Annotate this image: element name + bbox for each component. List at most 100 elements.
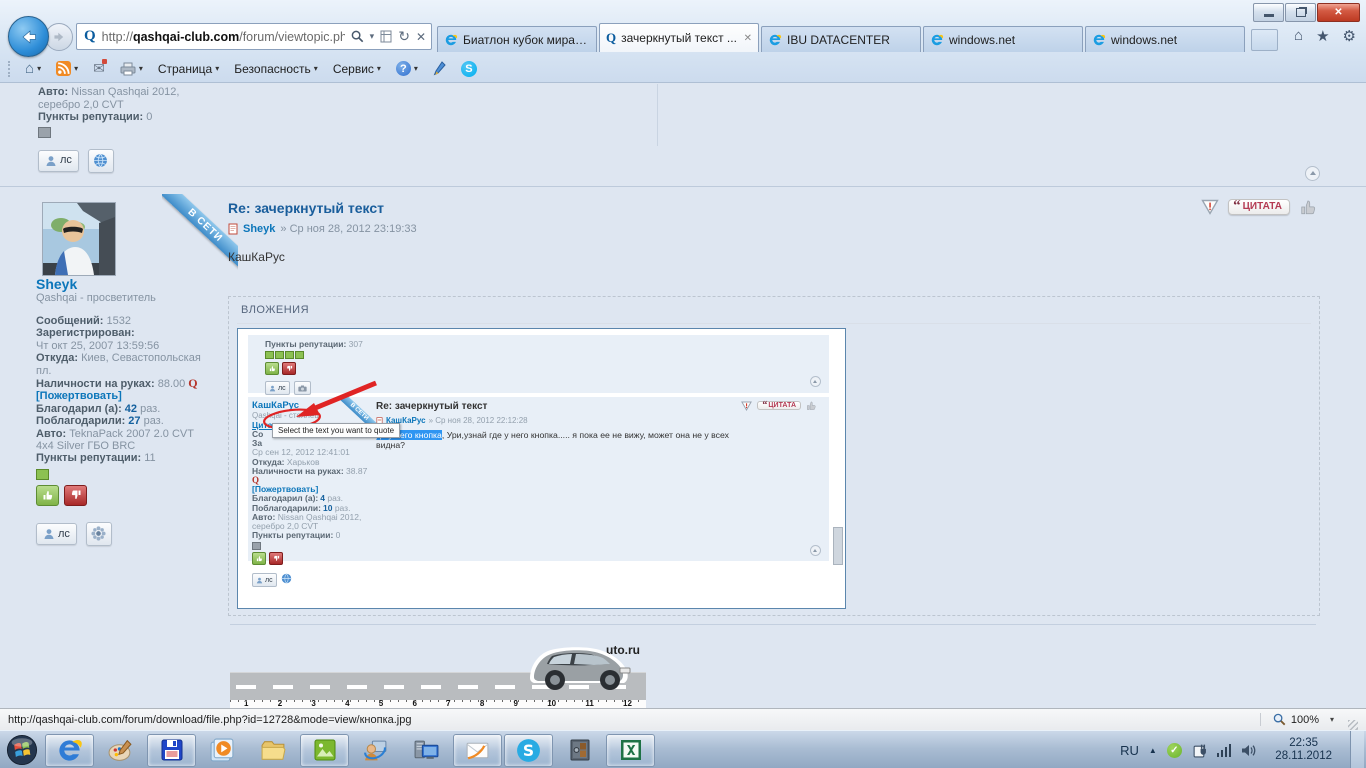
- icq-button[interactable]: [86, 522, 112, 546]
- online-ribbon: В СЕТИ: [162, 194, 238, 270]
- thumb-down-icon: [269, 552, 283, 565]
- thumb-up-icon: [252, 552, 266, 565]
- taskbar-photo-viewer[interactable]: [300, 734, 349, 767]
- address-bar[interactable]: Q http://qashqai-club.com/forum/viewtopi…: [76, 23, 432, 50]
- safely-remove-icon[interactable]: [1192, 743, 1207, 758]
- pm-label: лс: [58, 528, 70, 540]
- post-title[interactable]: Re: зачеркнутый текст: [228, 194, 1320, 216]
- nested-post-partial: Пункты репутации: 307 лс: [248, 335, 829, 393]
- print-button[interactable]: ▾: [117, 60, 146, 78]
- help-button[interactable]: ?▾: [393, 59, 421, 78]
- hidden-icons-arrow[interactable]: ▲: [1149, 746, 1157, 755]
- stop-icon[interactable]: ✕: [416, 30, 426, 44]
- back-button[interactable]: [8, 16, 49, 57]
- profile-field: Наличности на руках: 88.00Q: [36, 377, 221, 390]
- chevron-down-icon: ▾: [139, 64, 143, 73]
- user-rank: Qashqai - просветитель: [36, 292, 221, 304]
- field-value: TeknaPack 2007 2.0 CVT: [66, 428, 194, 440]
- start-button[interactable]: [0, 731, 44, 768]
- post-tools: “ЦИТАТА: [1201, 198, 1318, 216]
- windows-start-icon: [6, 734, 38, 766]
- search-icon[interactable]: [351, 30, 364, 43]
- home-icon[interactable]: ⌂: [1294, 27, 1303, 45]
- minimize-button[interactable]: [1253, 3, 1284, 22]
- tab-windows-net-1[interactable]: windows.net: [923, 26, 1083, 52]
- tab-ibu-datacenter[interactable]: IBU DATACENTER: [761, 26, 921, 52]
- username-link[interactable]: Sheyk: [36, 276, 221, 292]
- zoom-control[interactable]: 100% ▾: [1260, 713, 1334, 726]
- website-globe-button[interactable]: [88, 149, 114, 173]
- compatibility-view-icon[interactable]: [380, 30, 392, 43]
- volume-icon[interactable]: [1241, 743, 1257, 758]
- taskbar-excel[interactable]: [606, 734, 655, 767]
- post-author-link[interactable]: Sheyk: [243, 223, 275, 235]
- tab-biathlon[interactable]: Биатлон кубок мира 2...: [437, 26, 597, 52]
- svg-text:S: S: [523, 742, 534, 760]
- currency-coin-icon: Q: [188, 376, 197, 390]
- tab-windows-net-2[interactable]: windows.net: [1085, 26, 1245, 52]
- like-stamp-icon[interactable]: [1299, 198, 1318, 216]
- taskbar-floppy-app[interactable]: [147, 734, 196, 767]
- taskbar-explorer-folder[interactable]: [249, 734, 298, 767]
- taskbar-live-mail[interactable]: [453, 734, 502, 767]
- private-message-button[interactable]: лс: [38, 150, 79, 172]
- thumb-down-icon: [282, 362, 296, 375]
- column-divider: [657, 84, 658, 146]
- taskbar-safe-app[interactable]: [555, 734, 604, 767]
- read-mail-button[interactable]: ✉: [90, 58, 108, 79]
- window-controls: ✕: [1253, 3, 1360, 22]
- field-label: Пункты репутации:: [38, 111, 143, 123]
- field-value: 88.00: [155, 378, 186, 390]
- chevron-down-icon: ▾: [377, 64, 381, 73]
- resize-grip[interactable]: [1348, 720, 1358, 730]
- skype-extension-button[interactable]: S: [458, 59, 480, 79]
- back-to-top-button[interactable]: [1305, 166, 1320, 181]
- close-button[interactable]: ✕: [1317, 3, 1360, 22]
- restore-button[interactable]: [1285, 3, 1316, 22]
- address-dropdown-icon[interactable]: ▾: [370, 31, 375, 42]
- tab-strikethrough-text[interactable]: Q зачеркнутый текст ... ✕: [599, 23, 759, 52]
- favorites-star-icon[interactable]: ★: [1316, 27, 1329, 45]
- taskbar-skype[interactable]: S: [504, 734, 553, 767]
- menu-tools[interactable]: Сервис▾: [330, 60, 384, 78]
- menu-page[interactable]: Страница▾: [155, 60, 222, 78]
- forum-post: В СЕТИ Sheyk Qashqai - просветитель Сооб…: [0, 190, 1366, 624]
- attachment-image[interactable]: Пункты репутации: 307 лс: [237, 328, 846, 609]
- tab-close-icon[interactable]: ✕: [744, 33, 752, 44]
- taskbar-clock[interactable]: 22:35 28.11.2012: [1275, 737, 1332, 764]
- taskbar-paint[interactable]: [96, 734, 145, 767]
- forward-button[interactable]: [45, 23, 73, 51]
- url-text[interactable]: http://qashqai-club.com/forum/viewtopic.…: [102, 30, 345, 44]
- taskbar-internet-explorer[interactable]: [45, 734, 94, 767]
- quote-button[interactable]: “ЦИТАТА: [1228, 199, 1290, 215]
- new-tab-button[interactable]: [1251, 29, 1278, 51]
- thumb-down-button[interactable]: [64, 485, 87, 506]
- blog-tool-button[interactable]: [430, 59, 449, 78]
- language-indicator[interactable]: RU: [1120, 743, 1139, 758]
- antivirus-check-icon[interactable]: ✓: [1167, 743, 1182, 758]
- taskbar: S RU ▲ ✓ 22:35 28.11.2012: [0, 730, 1366, 768]
- media-player-icon: [209, 737, 236, 764]
- rss-feed-button[interactable]: ▾: [53, 59, 81, 78]
- ad-banner[interactable]: uto.ru 123456789101112 М й 4 11 21: [230, 632, 646, 708]
- thumb-up-button[interactable]: [36, 485, 59, 506]
- private-message-button[interactable]: лс: [36, 523, 77, 545]
- post-doc-icon[interactable]: [228, 223, 238, 235]
- settings-gear-icon[interactable]: ⚙: [1343, 27, 1356, 45]
- show-desktop-button[interactable]: [1350, 731, 1364, 768]
- taskbar-user-accounts[interactable]: [351, 734, 400, 767]
- attachments-divider: [237, 323, 1311, 324]
- report-warning-icon[interactable]: [1201, 199, 1219, 215]
- donate-link[interactable]: [Пожертвовать]: [36, 390, 122, 402]
- zoom-magnifier-icon: [1273, 713, 1286, 726]
- taskbar-remote-desktop[interactable]: [402, 734, 451, 767]
- chevron-down-icon: ▾: [414, 64, 418, 73]
- user-icon: [43, 528, 55, 540]
- menu-safety[interactable]: Безопасность▾: [231, 60, 321, 78]
- photo-app-icon: [312, 737, 338, 763]
- network-signal-icon[interactable]: [1217, 744, 1232, 757]
- home-menu-button[interactable]: ⌂▾: [22, 58, 44, 79]
- taskbar-media-player[interactable]: [198, 734, 247, 767]
- refresh-icon[interactable]: ↻: [398, 28, 410, 45]
- drag-handle[interactable]: [8, 61, 13, 77]
